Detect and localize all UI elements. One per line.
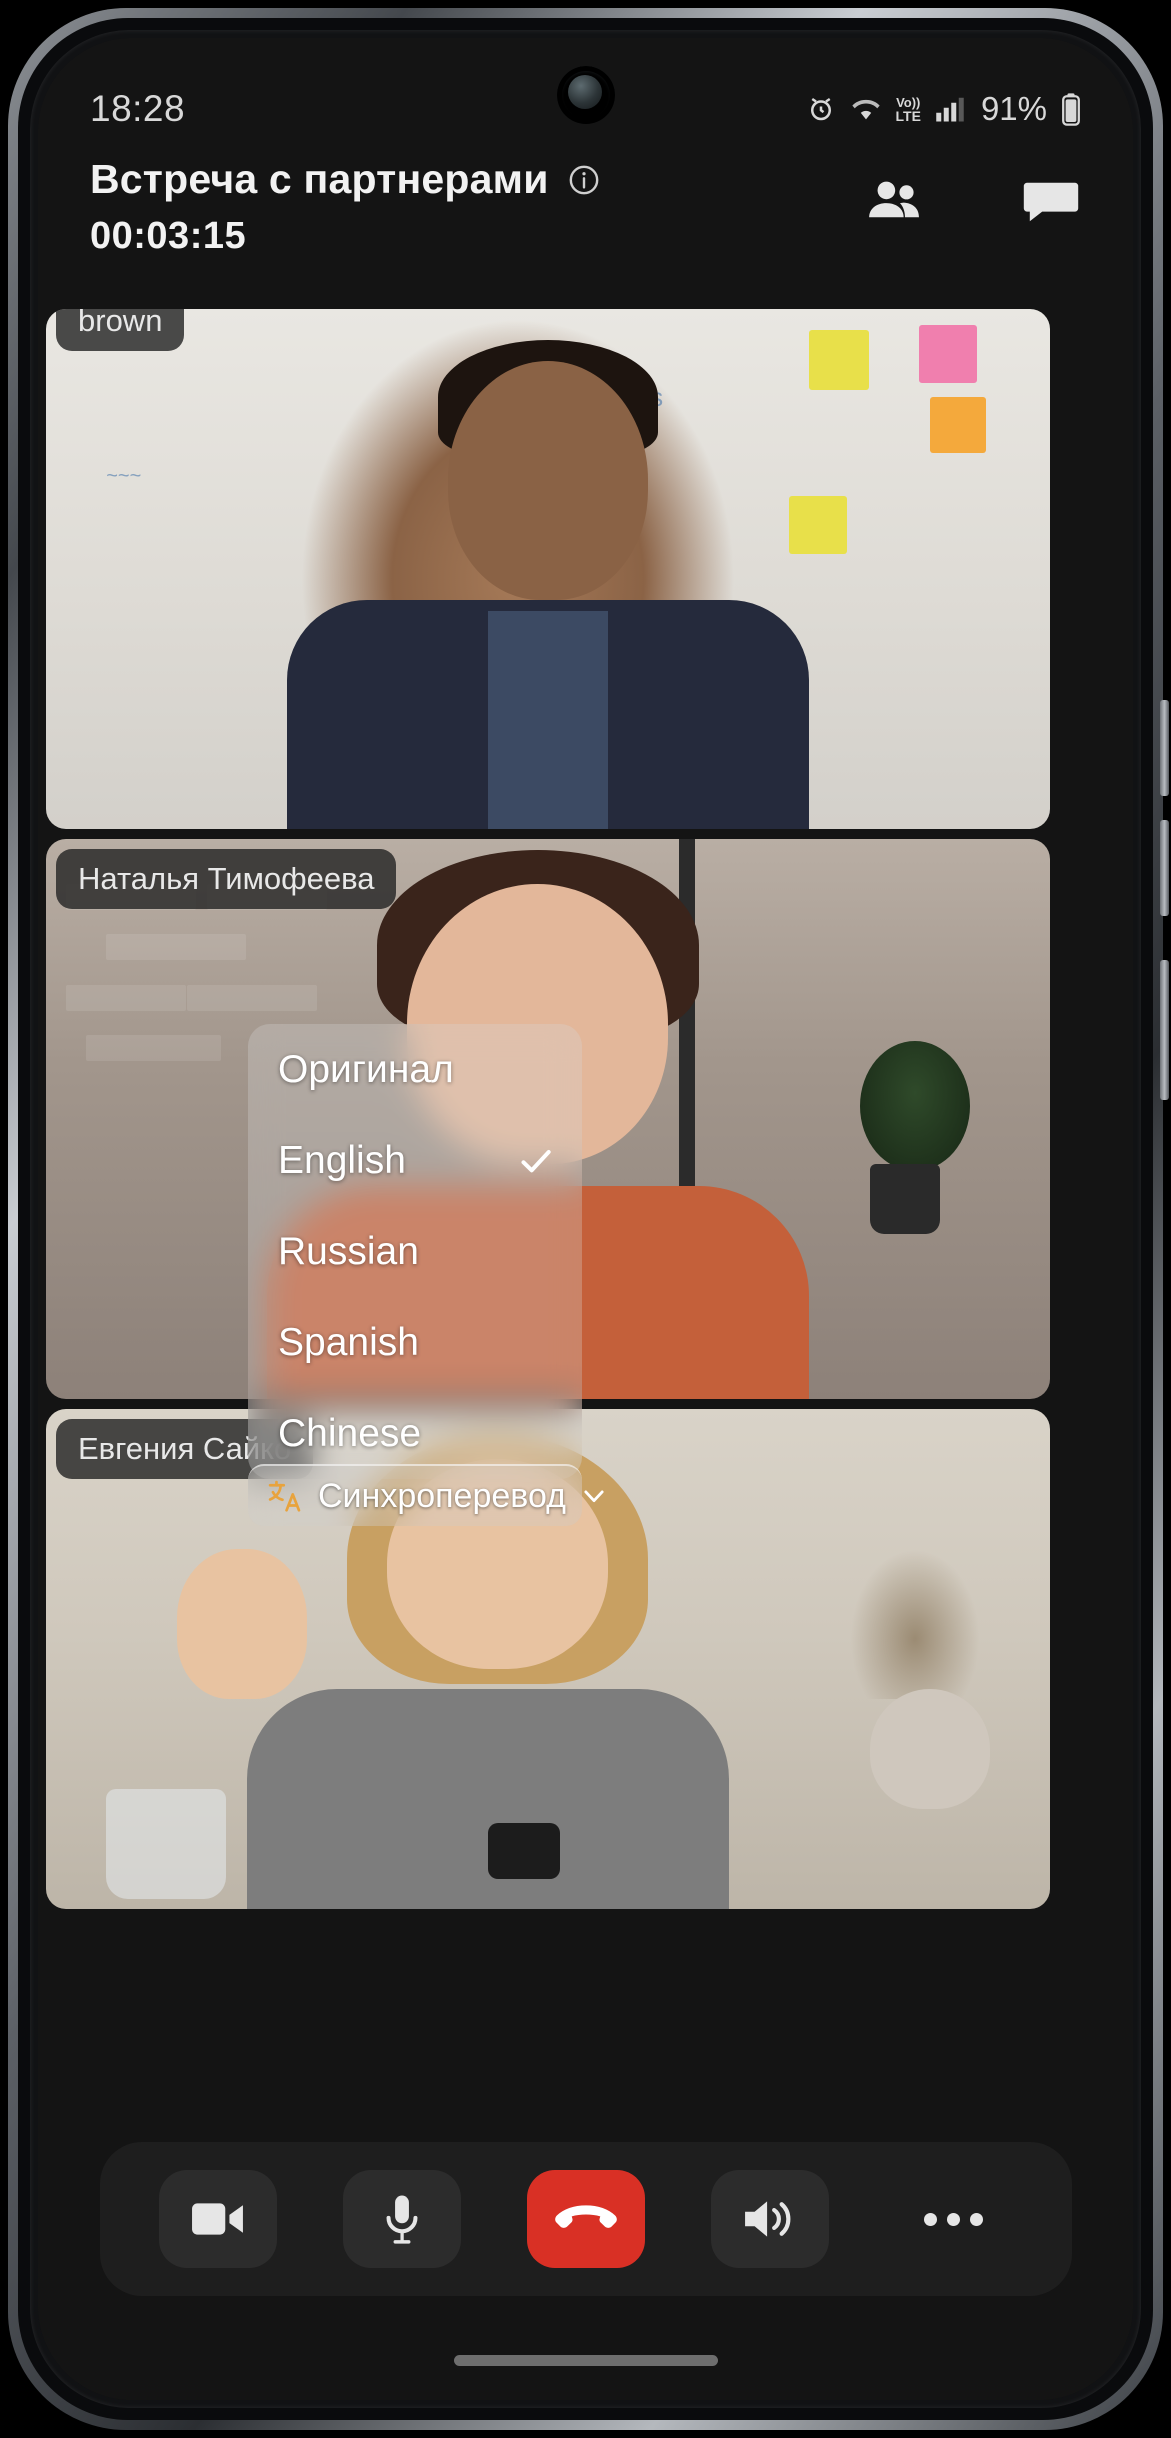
wifi-icon [850, 96, 882, 122]
participant-name-chip: Наталья Тимофеева [56, 849, 397, 909]
chevron-down-icon [580, 1482, 608, 1510]
mic-toggle-button[interactable] [342, 2170, 461, 2268]
end-call-button[interactable] [526, 2170, 645, 2268]
home-gesture-bar[interactable] [453, 2355, 718, 2366]
language-option-label: Chinese [278, 1411, 422, 1455]
call-control-bar [99, 2142, 1072, 2296]
language-option-label: Russian [278, 1229, 419, 1273]
more-options-button[interactable] [895, 2170, 1013, 2268]
video-feed: Loss TMgtA/B Admin ~~~ [46, 309, 1050, 829]
info-icon[interactable] [567, 163, 601, 197]
language-option-russian[interactable]: Russian [248, 1206, 582, 1297]
participants-icon[interactable] [865, 174, 925, 226]
volte-icon: Vo)) LTE [895, 94, 921, 124]
sync-translation-label: Синхроперевод [318, 1476, 566, 1515]
power-button[interactable] [1160, 960, 1169, 1100]
check-icon [516, 1141, 556, 1181]
call-header: Встреча с партнерами 00:03:15 [38, 146, 1133, 309]
translate-icon [266, 1477, 304, 1515]
participant-name-chip: brown [56, 309, 185, 351]
check-icon-placeholder [516, 1323, 556, 1363]
check-icon-placeholder [516, 1232, 556, 1272]
check-icon-placeholder [516, 1414, 556, 1454]
video-stage: Loss TMgtA/B Admin ~~~ brown [38, 309, 1133, 2400]
phone-frame: 18:28 Vo)) LTE 91% Встреча с партнерами … [0, 0, 1171, 2438]
language-option-label: Spanish [278, 1320, 419, 1364]
signal-icon [935, 95, 965, 123]
phone-screen: 18:28 Vo)) LTE 91% Встреча с партнерами … [38, 38, 1133, 2400]
ellipsis-icon [924, 2212, 983, 2226]
volume-down-button[interactable] [1160, 820, 1169, 916]
front-camera-punch-hole [556, 66, 615, 124]
speaker-toggle-button[interactable] [710, 2170, 829, 2268]
status-clock: 18:28 [90, 88, 186, 129]
battery-percent-label: 91% [980, 90, 1047, 127]
meeting-title: Встреча с партнерами [90, 156, 549, 202]
camera-toggle-button[interactable] [158, 2170, 277, 2268]
language-option-original[interactable]: Оригинал [248, 1024, 582, 1115]
battery-icon [1061, 92, 1081, 126]
chat-icon[interactable] [1021, 174, 1081, 226]
volume-up-button[interactable] [1160, 700, 1169, 796]
language-option-spanish[interactable]: Spanish [248, 1297, 582, 1388]
sync-translation-button[interactable]: Синхроперевод [248, 1464, 604, 1526]
check-icon-placeholder [516, 1050, 556, 1090]
status-icons: Vo)) LTE 91% [806, 90, 1081, 128]
header-actions [865, 174, 1081, 226]
alarm-icon [806, 94, 836, 124]
language-option-label: English [278, 1138, 406, 1182]
video-tile[interactable]: Loss TMgtA/B Admin ~~~ brown [46, 309, 1050, 829]
language-option-english[interactable]: English [248, 1115, 582, 1206]
language-option-label: Оригинал [278, 1047, 454, 1091]
language-dropdown-menu[interactable]: Оригинал English Russian Spanish Chinese [248, 1024, 582, 1479]
